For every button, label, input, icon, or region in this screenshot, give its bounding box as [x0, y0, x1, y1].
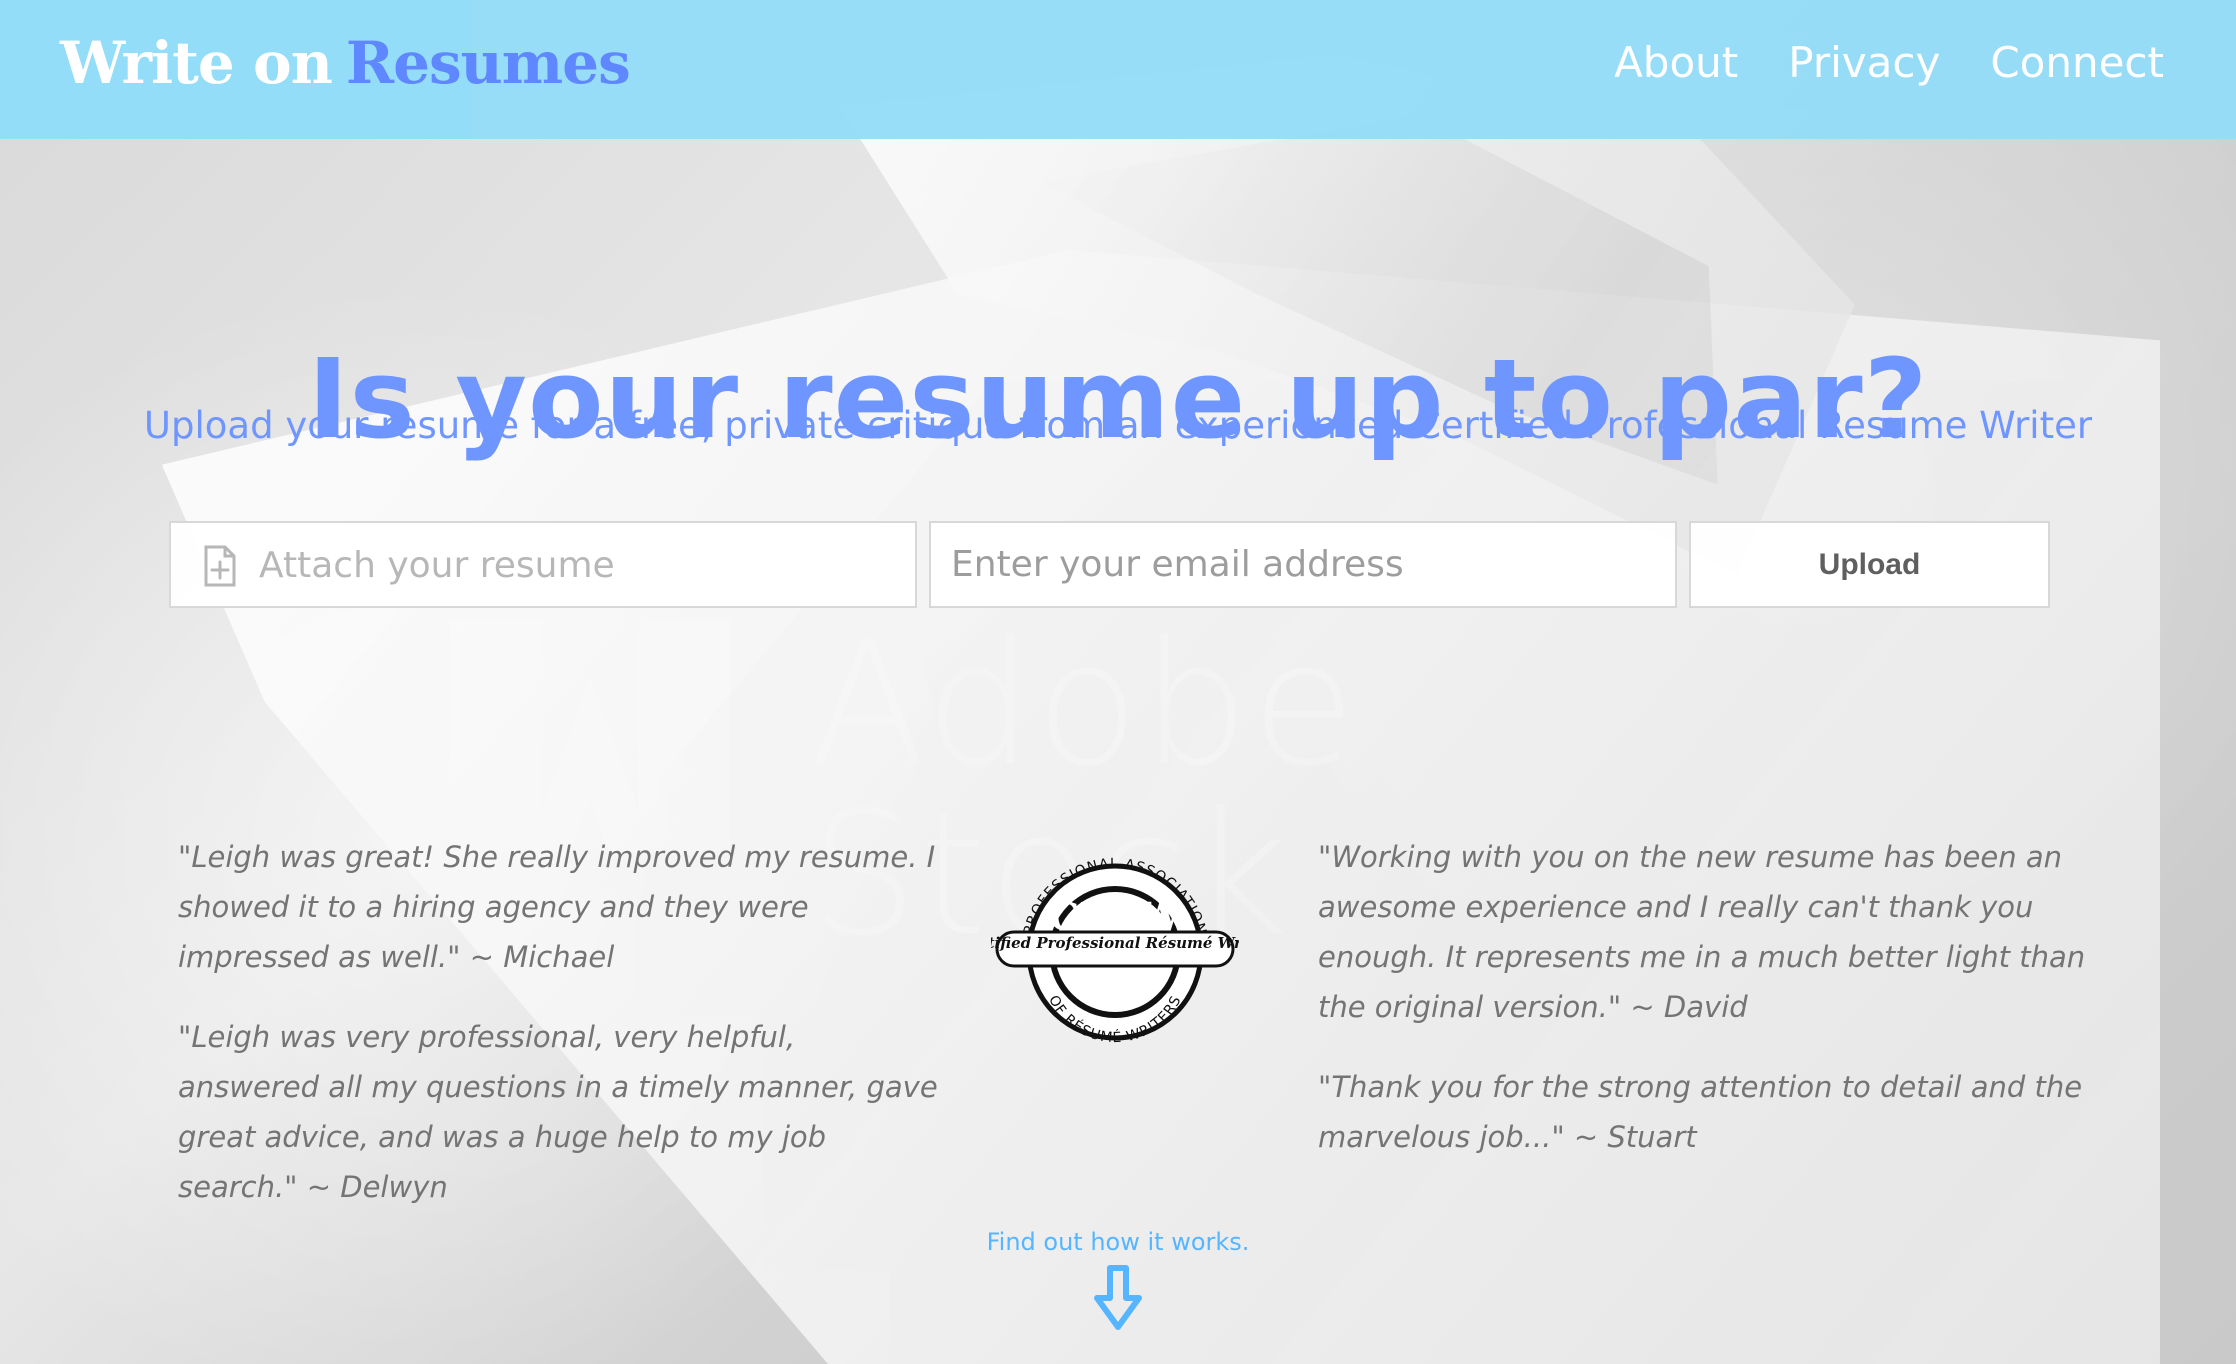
- testimonial-david: "Working with you on the new resume has …: [1318, 840, 2086, 1024]
- badge-center-text: CPRW: [1049, 894, 1183, 939]
- brand-text-accent: Resumes: [345, 29, 631, 97]
- testimonial-michael: "Leigh was great! She really improved my…: [178, 840, 936, 974]
- right-testimonials: "Working with you on the new resume has …: [1318, 832, 2088, 1192]
- attach-resume-field[interactable]: Attach your resume: [169, 521, 917, 608]
- brand-text-primary: Write on: [60, 29, 333, 97]
- site-logo[interactable]: Write on Resumes: [60, 34, 631, 92]
- attach-resume-label: Attach your resume: [259, 545, 615, 586]
- resume-landing-page: Adobe Stock Write on Resumes About Privac…: [0, 0, 2236, 1364]
- testimonial-delwyn: "Leigh was very professional, very helpf…: [178, 1020, 938, 1204]
- resume-upload-form: Attach your resume Upload: [169, 521, 2050, 610]
- upload-button-label: Upload: [1818, 547, 1921, 581]
- cprw-badge-icon: PROFESSIONAL ASSOCIATION OF RÉSUMÉ WRITE…: [991, 856, 1239, 1046]
- upload-button[interactable]: Upload: [1689, 521, 2050, 608]
- brand-panel: Write on Resumes: [0, 0, 631, 139]
- left-testimonials: "Leigh was great! She really improved my…: [178, 832, 938, 1242]
- arrow-down-icon[interactable]: [1090, 1264, 1146, 1332]
- email-field[interactable]: [931, 523, 1675, 606]
- nav-privacy-link[interactable]: Privacy: [1788, 42, 1940, 84]
- hero-subtitle: Upload your resume for a free, private c…: [143, 404, 2093, 447]
- top-navigation-bar: Write on Resumes About Privacy Connect: [0, 0, 2236, 139]
- nav-about-link[interactable]: About: [1614, 42, 1738, 84]
- nav-connect-link[interactable]: Connect: [1990, 42, 2164, 84]
- file-plus-icon: [204, 545, 236, 587]
- find-out-how-it-works-link[interactable]: Find out how it works.: [0, 1230, 2236, 1254]
- testimonial-stuart: "Thank you for the strong attention to d…: [1318, 1070, 2083, 1154]
- main-navigation: About Privacy Connect: [1614, 42, 2164, 84]
- email-field-wrapper: [929, 521, 1677, 608]
